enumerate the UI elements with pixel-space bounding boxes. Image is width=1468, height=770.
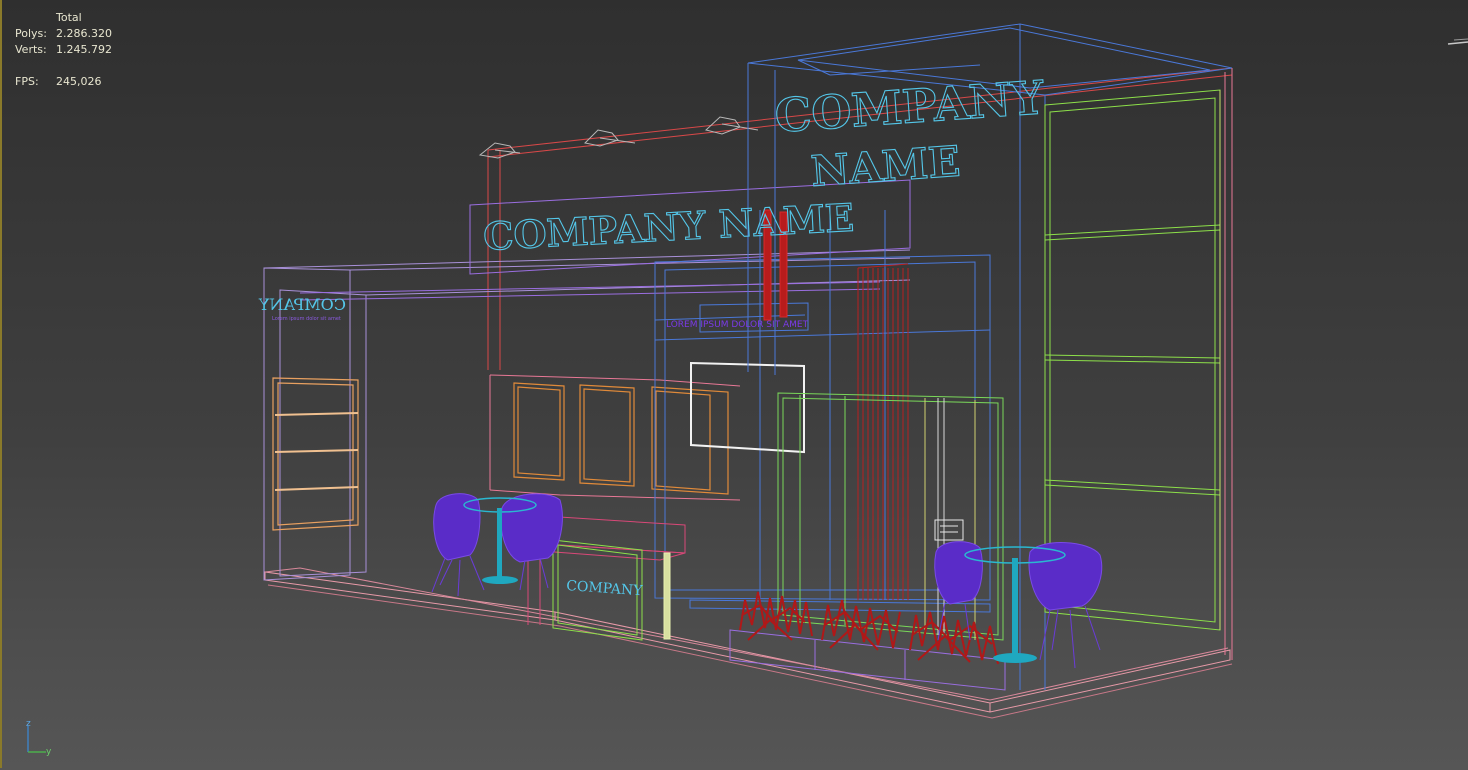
right-table-set (934, 541, 1103, 669)
counter-logo: COMPANY (566, 578, 644, 599)
back-wall-frames (513, 382, 729, 495)
fascia-sign: COMPANY NAME (482, 195, 855, 259)
header-strip-text: LOREM IPSUM DOLOR SIT AMET (666, 320, 809, 330)
booth-wireframe-scene[interactable]: COMPANY NAME COMPANY NAME COMPANY Lorem … (0, 0, 1468, 770)
display-screen (690, 361, 805, 454)
3d-viewport[interactable]: COMPANY NAME COMPANY NAME COMPANY Lorem … (0, 0, 1468, 770)
stats-header: Total (56, 11, 82, 24)
mirrored-wall-sign: COMPANY (258, 295, 346, 314)
axis-y-label: y (46, 747, 52, 756)
axis-tripod-icon: z y (26, 719, 52, 756)
upper-sign-line2: NAME (809, 137, 962, 196)
left-shelf-unit (272, 377, 359, 531)
polys-value: 2.286.320 (56, 27, 112, 40)
fps-value: 245,026 (56, 75, 102, 88)
upper-sign-line1: COMPANY (773, 70, 1047, 143)
left-table-set (431, 493, 563, 597)
red-slat-partition (857, 263, 909, 600)
fps-label: FPS: (15, 75, 39, 88)
verts-label: Verts: (15, 43, 47, 56)
mirrored-wall-subtext: Lorem ipsum dolor sit amet (272, 316, 341, 322)
polys-label: Polys: (15, 27, 47, 40)
viewcube-edge-icon[interactable] (1446, 36, 1468, 50)
verts-value: 1.245.792 (56, 43, 112, 56)
axis-z-label: z (26, 719, 31, 729)
brochure-stand-icon (934, 519, 964, 541)
left-side-wall (263, 249, 911, 581)
